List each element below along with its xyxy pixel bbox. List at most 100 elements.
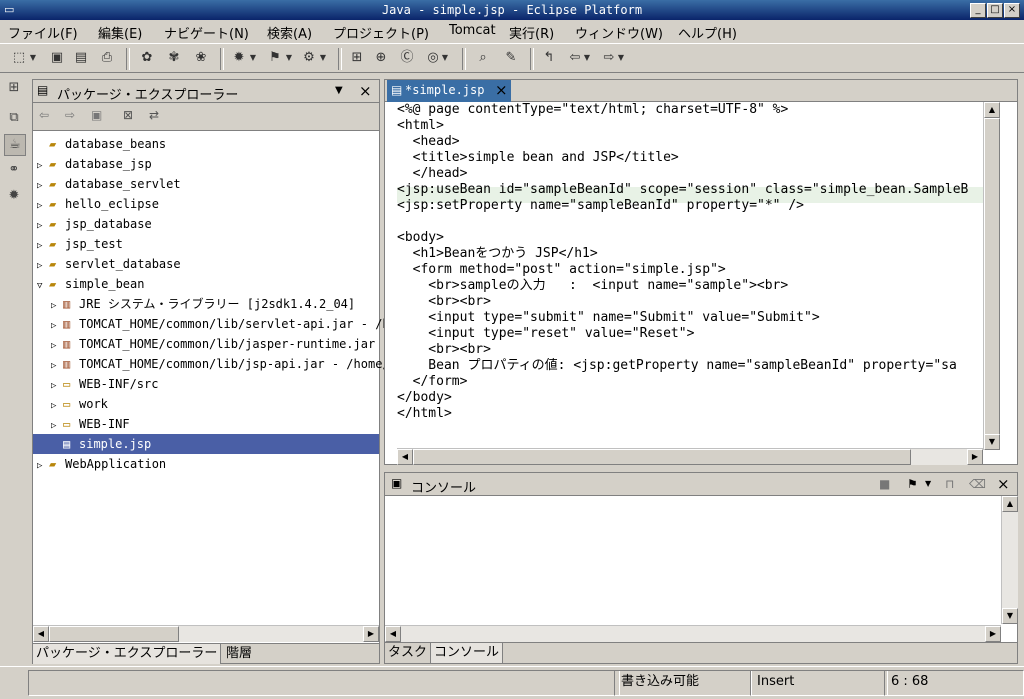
tree-item[interactable]: ▷ ▰ database_jsp [37, 154, 152, 174]
up-icon[interactable]: ▣ [91, 108, 102, 122]
java-perspective-icon[interactable]: ☕ [4, 134, 26, 156]
java-browsing-icon[interactable]: ⚭ [4, 160, 24, 180]
scroll-thumb[interactable] [984, 118, 1000, 436]
menu-search[interactable]: 検索(A) [267, 23, 312, 42]
clear-console-icon[interactable]: ⌫ [969, 477, 986, 491]
debug-dropdown-icon[interactable]: ▼ [248, 49, 258, 67]
tree-item[interactable]: ▽ ▰ simple_bean [37, 274, 144, 294]
collapse-all-icon[interactable]: ⊠ [123, 108, 133, 122]
menu-navigate[interactable]: ナビゲート(N) [164, 23, 249, 42]
tree-item[interactable]: ▷ ▰ hello_eclipse [37, 194, 159, 214]
remove-launches-dropdown-icon[interactable]: ▼ [925, 479, 931, 488]
expand-icon[interactable]: ▷ [37, 256, 49, 276]
new-java-project-icon[interactable]: ⊞ [348, 49, 366, 67]
tree-item[interactable]: ▷ ▥ TOMCAT_HOME/common/lib/jsp-api.jar - /… [51, 354, 390, 374]
tree-item[interactable]: ▷ ▭ work [51, 394, 108, 414]
back-icon[interactable]: ⇦ [39, 108, 49, 122]
tab-hierarchy[interactable]: 階層 [223, 644, 255, 664]
editor-tab-label[interactable]: *simple.jsp [405, 83, 484, 97]
expand-icon[interactable]: ▷ [51, 296, 63, 316]
expand-icon[interactable]: ▷ [37, 236, 49, 256]
link-editor-icon[interactable]: ⇄ [149, 108, 159, 122]
tab-package-explorer[interactable]: パッケージ・エクスプローラー [33, 644, 222, 664]
scroll-left-icon[interactable]: ◀ [33, 626, 49, 642]
expand-icon[interactable]: ▷ [51, 376, 63, 396]
tab-tasks[interactable]: タスク [385, 643, 432, 663]
vertical-scrollbar[interactable]: ▲ ▼ [1001, 496, 1018, 624]
scroll-up-icon[interactable]: ▲ [984, 102, 1000, 118]
menu-window[interactable]: ウィンドウ(W) [575, 23, 663, 42]
search-icon[interactable]: ⌕ [474, 49, 492, 67]
maximize-button[interactable]: □ [987, 3, 1003, 18]
expand-icon[interactable]: ▷ [51, 416, 63, 436]
editor-tab-close-icon[interactable]: × [495, 81, 508, 99]
tomcat-start-icon[interactable]: ✿ [138, 49, 156, 67]
debug-icon[interactable]: ✹ [230, 49, 248, 67]
forward-dropdown-icon[interactable]: ▼ [616, 49, 626, 67]
tree-item[interactable]: ▷ ▭ WEB-INF/src [51, 374, 158, 394]
expand-icon[interactable]: ▷ [37, 176, 49, 196]
open-perspective-icon[interactable]: ⊞ [4, 78, 24, 98]
resource-perspective-icon[interactable]: ⧉ [4, 108, 24, 128]
code-area[interactable]: <%@ page contentType="text/html; charset… [385, 102, 999, 450]
close-view-icon[interactable]: × [359, 82, 372, 100]
tree-item[interactable]: ▷ ▥ TOMCAT_HOME/common/lib/jasper-runtime.… [51, 334, 390, 354]
remove-launches-icon[interactable]: ⚑ [907, 477, 918, 491]
print-icon[interactable]: ⎙ [98, 49, 116, 67]
tree-item[interactable]: ▷ ▰ servlet_database [37, 254, 181, 274]
save-all-icon[interactable]: ▤ [72, 49, 90, 67]
scroll-up-icon[interactable]: ▲ [1002, 496, 1018, 512]
forward-icon[interactable]: ⇨ [65, 108, 75, 122]
tree-item[interactable]: ▷ ▭ WEB-INF [51, 414, 130, 434]
tree-item-selected[interactable]: ▤ simple.jsp [33, 434, 379, 454]
scroll-thumb[interactable] [413, 449, 911, 465]
scroll-down-icon[interactable]: ▼ [1002, 608, 1018, 624]
save-icon[interactable]: ▣ [48, 49, 66, 67]
menu-help[interactable]: ヘルプ(H) [678, 23, 737, 42]
scroll-right-icon[interactable]: ▶ [363, 626, 379, 642]
new-class-icon[interactable]: Ⓒ [398, 49, 416, 67]
scroll-right-icon[interactable]: ▶ [967, 449, 983, 465]
menu-tomcat[interactable]: Tomcat [449, 23, 496, 38]
horizontal-scrollbar[interactable]: ◀ ▶ [33, 625, 379, 642]
close-view-icon[interactable]: × [997, 475, 1010, 493]
tree-item[interactable]: ▷ ▥ TOMCAT_HOME/common/lib/servlet-api.jar… [51, 314, 390, 334]
expand-icon[interactable]: ▷ [37, 196, 49, 216]
scroll-down-icon[interactable]: ▼ [984, 434, 1000, 450]
tomcat-stop-icon[interactable]: ✾ [165, 49, 183, 67]
scroll-left-icon[interactable]: ◀ [397, 449, 413, 465]
terminate-icon[interactable]: ■ [879, 477, 890, 491]
console-output[interactable] [385, 496, 1001, 624]
tomcat-restart-icon[interactable]: ❀ [192, 49, 210, 67]
horizontal-scrollbar[interactable]: ◀ ▶ [385, 625, 1001, 642]
collapse-icon[interactable]: ▽ [37, 276, 49, 296]
scroll-thumb[interactable] [49, 626, 179, 642]
run-dropdown-icon[interactable]: ▼ [284, 49, 294, 67]
tree-item[interactable]: ▰ database_beans [37, 134, 166, 154]
scroll-lock-icon[interactable]: ⊓ [945, 477, 954, 491]
tree-item[interactable]: ▷ ▰ jsp_test [37, 234, 123, 254]
expand-icon[interactable]: ▷ [37, 156, 49, 176]
tree-item[interactable]: ▷ ▰ jsp_database [37, 214, 152, 234]
menu-edit[interactable]: 編集(E) [98, 23, 142, 42]
tree-item[interactable]: ▷ ▰ database_servlet [37, 174, 181, 194]
view-menu-icon[interactable]: ▼ [335, 85, 343, 96]
expand-icon[interactable]: ▷ [37, 456, 49, 476]
menu-file[interactable]: ファイル(F) [8, 23, 78, 42]
run-icon[interactable]: ⚑ [266, 49, 284, 67]
new-dropdown-icon[interactable]: ▼ [28, 49, 38, 67]
tree-item[interactable]: ▷ ▰ WebApplication [37, 454, 166, 474]
vertical-scrollbar[interactable]: ▲ ▼ [983, 102, 1000, 450]
expand-icon[interactable]: ▷ [37, 216, 49, 236]
expand-icon[interactable]: ▷ [51, 396, 63, 416]
open-type-dropdown-icon[interactable]: ▼ [440, 49, 450, 67]
tree-item[interactable]: ▷ ▥ JRE システム・ライブラリー [j2sdk1.4.2_04] [51, 294, 355, 314]
menu-project[interactable]: プロジェクト(P) [333, 23, 429, 42]
horizontal-scrollbar[interactable]: ◀ ▶ [397, 448, 983, 465]
minimize-button[interactable]: _ [970, 3, 986, 18]
menu-run[interactable]: 実行(R) [509, 23, 554, 42]
scroll-left-icon[interactable]: ◀ [385, 626, 401, 642]
expand-icon[interactable]: ▷ [51, 336, 63, 356]
close-button[interactable]: × [1004, 3, 1020, 18]
external-tools-dropdown-icon[interactable]: ▼ [318, 49, 328, 67]
